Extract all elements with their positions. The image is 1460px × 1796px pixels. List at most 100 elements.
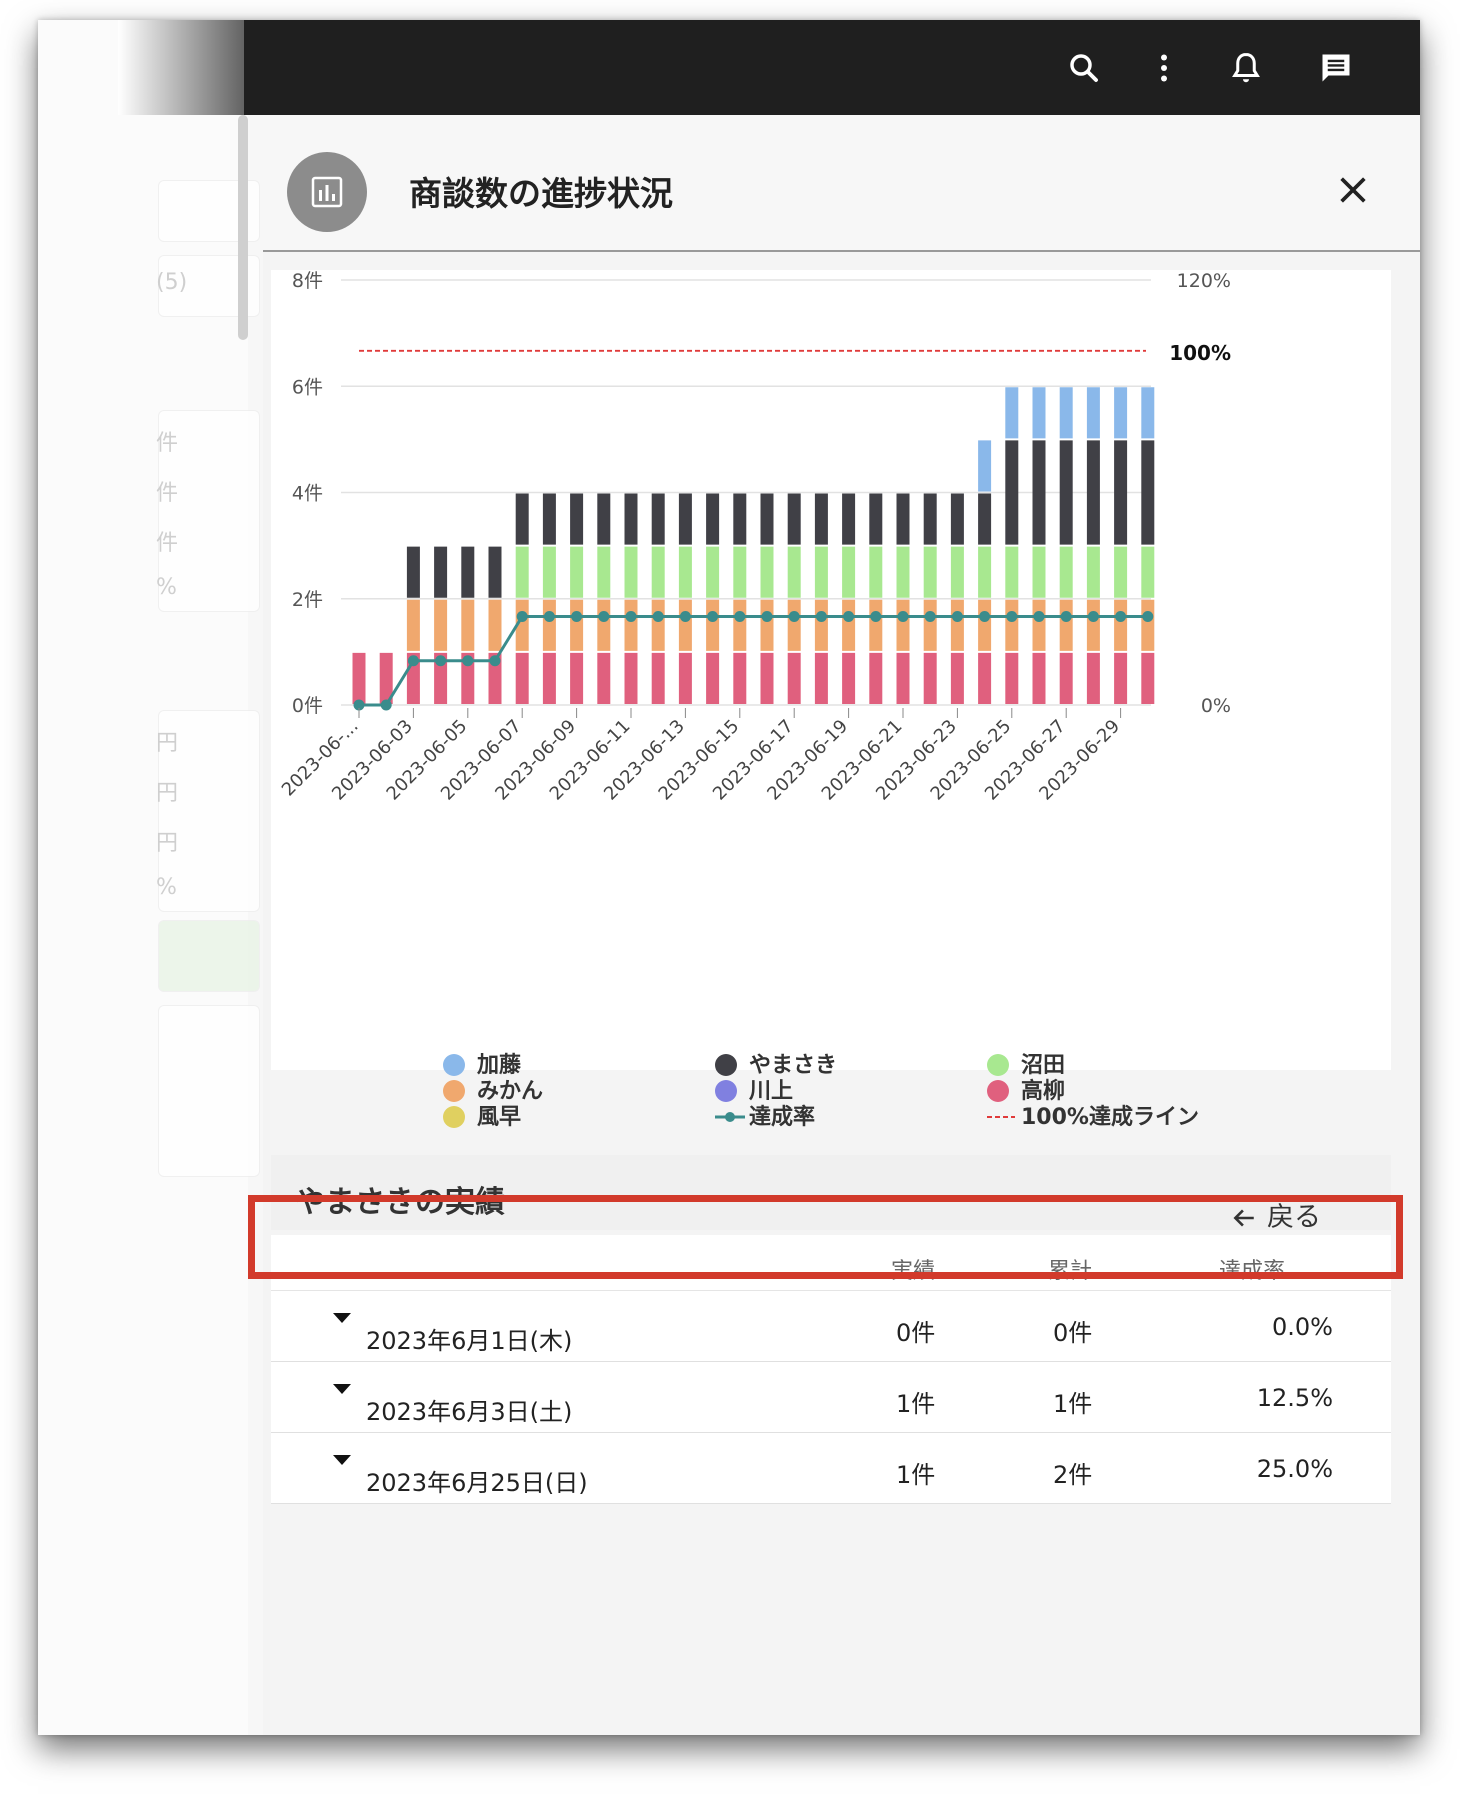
bar-segment [1141,599,1155,651]
achievement-point [1115,610,1127,622]
bar-segment [488,546,502,598]
bar-segment [814,546,828,598]
bar-segment [1032,652,1046,704]
bar-segment [978,599,992,651]
bar-segment [1059,599,1073,651]
bar-segment [842,493,856,545]
section-title: やまさきの実績 [295,1185,505,1220]
bar-segment [733,652,747,704]
scrollbar[interactable] [238,115,248,340]
bar-segment [1141,546,1155,598]
bell-icon[interactable] [1228,50,1264,86]
bar-segment [542,599,556,651]
background-card [158,920,260,992]
message-icon[interactable] [1318,50,1354,86]
bar-segment [787,652,801,704]
bar-segment [461,599,475,651]
legend-label: 100%達成ライン [1021,1105,1199,1130]
achievement-line [359,614,1148,707]
bar-segment [1086,440,1100,545]
bar-segment [1086,599,1100,651]
bar-segment [978,493,992,545]
bar-segment [787,546,801,598]
row-actual: 0件 [896,1319,936,1347]
close-icon[interactable] [1336,173,1370,207]
bar-segment [1005,440,1019,545]
bar-segment [352,652,366,704]
column-header-rate[interactable]: 達成率 [1219,1253,1285,1285]
bar-segment [1114,652,1128,704]
column-header-cumulative[interactable]: 累計 [1048,1253,1092,1285]
bar-segment [706,546,720,598]
back-button[interactable]: 戻る [1231,1195,1321,1234]
search-icon[interactable] [1066,50,1102,86]
achievement-point [407,655,419,667]
row-date: 2023年6月1日(木) [366,1327,573,1355]
background-text: 件 [156,431,179,456]
achievement-point [1033,610,1045,622]
bar-segment [869,652,883,704]
bar-segment [923,599,937,651]
background-text: 件 [156,531,179,556]
bar-segment [488,599,502,651]
bar-segment [624,546,638,598]
background-text: (5) [156,270,188,295]
y-tick-label: 2件 [292,589,323,611]
bar-segment [760,652,774,704]
bar-segment [760,493,774,545]
bar-segment [950,599,964,651]
expand-caret-icon[interactable] [333,1455,351,1465]
bar-segment [597,599,611,651]
achievement-point [734,610,746,622]
table-row[interactable]: 2023年6月25日(日) 1件 2件 25.0% [271,1433,1391,1504]
more-vert-icon[interactable] [1146,50,1182,86]
bar-segment [733,546,747,598]
bar-segment [733,493,747,545]
app-window: (5) 件 件 件 % 円 円 円 % 商談数の進捗状況 0件 2件 4件 6件… [38,20,1420,1735]
bar-segment [814,493,828,545]
expand-caret-icon[interactable] [333,1384,351,1394]
column-header-actual[interactable]: 実績 [891,1253,935,1285]
achievement-point [815,610,827,622]
bar-segment [814,652,828,704]
bar-segment [678,599,692,651]
table-row[interactable]: 2023年6月1日(木) 0件 0件 0.0% [271,1291,1391,1362]
expand-caret-icon[interactable] [333,1313,351,1323]
bar-segment [1141,652,1155,704]
legend-label: 達成率 [749,1105,816,1130]
bar-segment [570,546,584,598]
row-cumulative: 0件 [1053,1319,1093,1347]
achievement-point [870,610,882,622]
achievement-point [951,610,963,622]
top-app-bar [244,20,1420,115]
achievement-point [543,610,555,622]
bar-segment [434,546,448,598]
results-table: 実績 累計 達成率 2023年6月1日(木) 0件 0件 0.0% 2023年6… [271,1235,1391,1504]
legend-item: 達成率 [715,1099,815,1131]
achievement-point [1142,610,1154,622]
bar-segment [1086,546,1100,598]
achievement-point [652,610,664,622]
bar-segment [624,493,638,545]
achievement-point [788,610,800,622]
background-text: 円 [156,831,179,856]
progress-panel: 商談数の進捗状況 0件 2件 4件 6件 8件 0% 120% 100% 2023-06-...… [263,115,1420,1735]
panel-title: 商談数の進捗状況 [409,174,673,213]
bar-segment [1032,599,1046,651]
bar-segment [869,599,883,651]
bar-segment [978,652,992,704]
bar-segment [678,493,692,545]
row-rate: 25.0% [1256,1455,1333,1483]
background-text: 件 [156,481,179,506]
panel-header: 商談数の進捗状況 [263,115,1420,252]
row-actual: 1件 [896,1390,936,1418]
achievement-point [380,699,392,711]
bar-segment [624,652,638,704]
bar-segment [706,652,720,704]
row-actual: 1件 [896,1461,936,1489]
table-row[interactable]: 2023年6月3日(土) 1件 1件 12.5% [271,1362,1391,1433]
bar-segment [706,599,720,651]
bar-segment [406,599,420,651]
legend-dot [443,1106,465,1128]
progress-chart: 0件2件4件6件8件0%120%100%2023-06-...2023-06-0… [278,270,1231,805]
